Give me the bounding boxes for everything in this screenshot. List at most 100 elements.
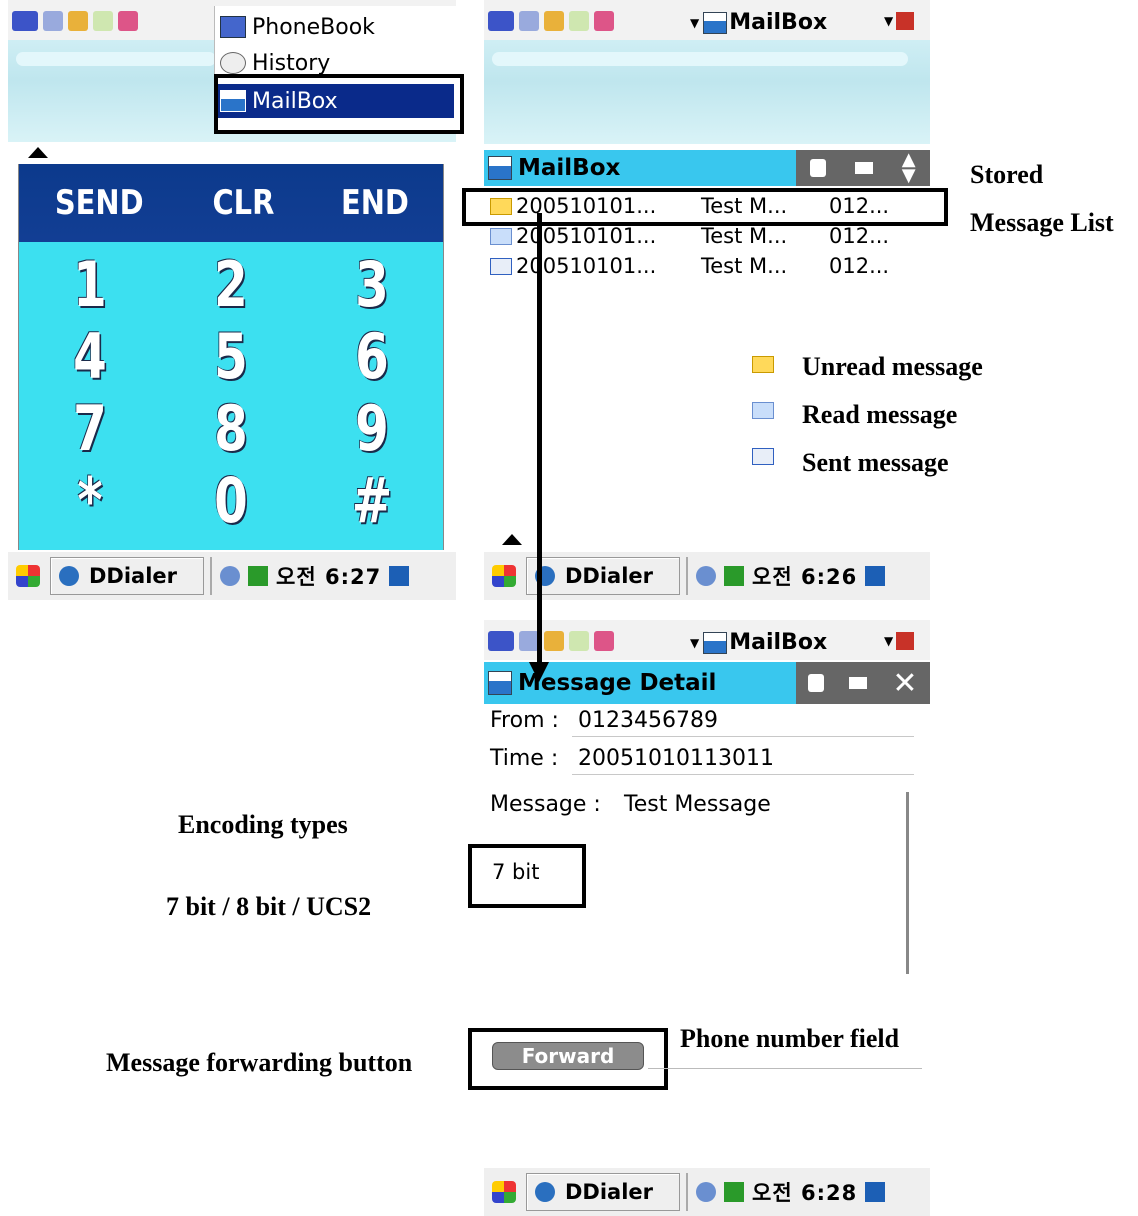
chevron-down-icon: ▼	[884, 634, 894, 648]
key-6[interactable]: 6	[341, 320, 403, 393]
delete-icon[interactable]	[810, 159, 827, 177]
battery-icon	[12, 11, 38, 31]
mailbox-taskbar: DDialer 오전 6:26	[484, 552, 930, 600]
mailbox-icon	[703, 631, 728, 654]
phone-icon	[59, 566, 79, 586]
taskbar-clock[interactable]: 오전 6:28	[752, 1177, 857, 1207]
taskbar-divider	[210, 557, 212, 595]
tasks-icon	[594, 631, 614, 651]
send-key[interactable]: SEND	[55, 183, 144, 223]
menu-item-label: PhoneBook	[252, 14, 375, 40]
taskbar-app-button[interactable]: DDialer	[526, 1173, 680, 1211]
input-panel-icon[interactable]	[865, 566, 886, 586]
sort-arrows-icon[interactable]: ▲ ▼	[902, 151, 916, 185]
legend-unread-icon	[752, 356, 774, 373]
chevron-down-icon: ▼	[690, 15, 700, 30]
lock-icon	[569, 631, 589, 651]
legend-sent-label: Sent message	[802, 448, 949, 477]
sent-message-icon	[490, 257, 512, 275]
message-number: 012...	[829, 254, 890, 278]
clr-key[interactable]: CLR	[212, 183, 274, 223]
speaker-icon	[43, 11, 63, 31]
encoding-value: 7 bit	[492, 860, 540, 884]
phone-number-field[interactable]	[648, 1068, 922, 1069]
key-5[interactable]: 5	[200, 320, 262, 393]
key-8[interactable]: 8	[200, 392, 262, 465]
scroll-up-arrow[interactable]	[502, 534, 522, 545]
app-switcher[interactable]: ▼ MailBox	[690, 630, 827, 655]
from-underline	[572, 736, 914, 737]
new-message-icon[interactable]	[855, 162, 874, 174]
start-icon[interactable]	[16, 565, 40, 587]
taskbar-app-button[interactable]: DDialer	[526, 557, 680, 595]
key-1[interactable]: 1	[58, 248, 120, 321]
message-row[interactable]: 200510101... Test M... 012...	[490, 252, 899, 280]
encoding-box: 7 bit	[468, 844, 586, 908]
taskbar-app-label: DDialer	[89, 564, 178, 588]
network-icon[interactable]	[696, 1182, 716, 1202]
lock-icon	[569, 11, 589, 31]
input-panel-icon[interactable]	[389, 566, 410, 586]
network-icon[interactable]	[220, 566, 240, 586]
message-row-highlight-box	[462, 188, 948, 226]
app-switcher-label: MailBox	[729, 10, 828, 35]
signal-icon[interactable]	[724, 1182, 744, 1202]
speaker-icon	[519, 631, 539, 651]
keypad-function-row: SEND CLR END	[19, 164, 443, 242]
mailbox-icon	[703, 11, 728, 34]
message-scrollbar[interactable]	[906, 792, 909, 974]
start-icon[interactable]	[492, 1181, 516, 1203]
taskbar-clock[interactable]: 오전 6:26	[752, 561, 857, 591]
battery-icon	[488, 631, 514, 651]
close-icon[interactable]: ✕	[892, 666, 917, 701]
app-switcher[interactable]: ▼ MailBox	[690, 10, 827, 35]
key-hash[interactable]: #	[341, 464, 403, 537]
from-value: 0123456789	[578, 708, 718, 733]
mailbox-status-bar: ▼ MailBox ▼	[484, 0, 930, 40]
end-key[interactable]: END	[341, 183, 409, 223]
key-2[interactable]: 2	[200, 248, 262, 321]
home-menu[interactable]: ▼	[884, 632, 915, 650]
annotation-forward-button: Message forwarding button	[106, 1048, 413, 1077]
menu-item-phonebook[interactable]: PhoneBook	[220, 10, 375, 44]
delete-icon[interactable]	[808, 674, 825, 692]
annotation-encoding-options: 7 bit / 8 bit / UCS2	[166, 892, 372, 921]
message-body[interactable]: Test Message	[624, 792, 771, 817]
network-icon[interactable]	[696, 566, 716, 586]
key-star[interactable]: *	[58, 464, 120, 537]
mailbox-list-title: MailBox	[518, 155, 621, 181]
history-icon	[220, 52, 246, 74]
home-icon	[896, 632, 915, 650]
mailbox-header-area	[484, 40, 930, 144]
detail-toolbar: ✕	[796, 662, 930, 704]
message-preview: Test M...	[701, 254, 788, 278]
key-0[interactable]: 0	[200, 464, 262, 537]
reply-icon[interactable]	[849, 677, 868, 689]
taskbar-divider	[686, 557, 688, 595]
key-7[interactable]: 7	[58, 392, 120, 465]
message-number: 012...	[829, 224, 890, 248]
message-label: Message :	[490, 792, 601, 817]
signal-icon[interactable]	[248, 566, 268, 586]
tasks-icon	[118, 11, 138, 31]
home-menu[interactable]: ▼	[884, 12, 915, 30]
input-panel-icon[interactable]	[865, 1182, 886, 1202]
annotation-encoding-title: Encoding types	[178, 810, 348, 839]
tasks-icon	[594, 11, 614, 31]
scroll-up-arrow[interactable]	[28, 147, 48, 158]
taskbar-app-button[interactable]: DDialer	[50, 557, 204, 595]
start-icon[interactable]	[492, 565, 516, 587]
key-9[interactable]: 9	[341, 392, 403, 465]
message-row[interactable]: 200510101... Test M... 012...	[490, 222, 899, 250]
signal-icon[interactable]	[724, 566, 744, 586]
annotation-message-list: Message List	[970, 208, 1114, 237]
time-underline	[572, 774, 914, 775]
message-date: 200510101...	[516, 224, 657, 248]
menu-item-label: History	[252, 50, 331, 76]
key-3[interactable]: 3	[341, 248, 403, 321]
forward-button[interactable]: Forward	[492, 1042, 644, 1070]
taskbar-clock[interactable]: 오전 6:27	[276, 561, 381, 591]
key-4[interactable]: 4	[58, 320, 120, 393]
time-label: Time :	[490, 746, 559, 771]
taskbar-app-label: DDialer	[565, 564, 654, 588]
